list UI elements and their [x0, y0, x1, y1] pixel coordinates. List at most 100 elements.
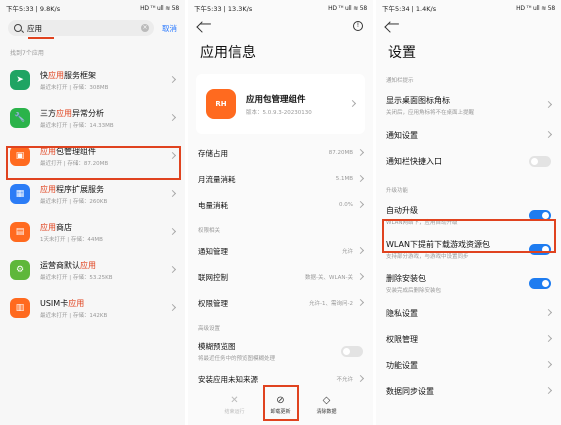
- setting-row[interactable]: 通知栏快捷入口: [376, 148, 561, 174]
- chevron-right-icon: [544, 360, 553, 369]
- chevron-right-icon: [168, 75, 177, 84]
- status-bar: 下午5:33 | 9.8K/s HD ᵀᴴ ull ≋ 58: [0, 0, 185, 16]
- list-item[interactable]: ▦ 应用程序扩展服务 最近未打开 | 存储：260KB: [0, 175, 185, 213]
- setting-value: 数据-关、WLAN-关: [305, 275, 353, 281]
- bottom-action-button: ✕ 结束运行: [222, 395, 248, 415]
- chevron-right-icon: [348, 99, 357, 108]
- app-icon: ⚙: [10, 260, 30, 280]
- chevron-right-icon: [544, 386, 553, 395]
- setting-row[interactable]: 权限管理: [376, 326, 561, 352]
- top-bar: !: [188, 16, 373, 38]
- setting-row[interactable]: 数据同步设置: [376, 378, 561, 404]
- page-title: 设置: [388, 45, 416, 61]
- app-icon: ▤: [10, 222, 30, 242]
- list-item[interactable]: ▤ 应用商店 1天未打开 | 存储：44MB: [0, 213, 185, 251]
- setting-row[interactable]: 显示桌面图标角标 关闭后，应用角标将不在桌面上提醒: [376, 88, 561, 122]
- chevron-right-icon: [356, 246, 365, 255]
- setting-text: 权限管理: [386, 334, 418, 345]
- install-unknown-label: 安装应用未知来源: [198, 374, 258, 384]
- chevron-right-icon: [544, 308, 553, 317]
- cancel-button[interactable]: 取消: [162, 23, 177, 34]
- setting-row[interactable]: 存储占用 87.20MB: [188, 140, 373, 166]
- setting-value: 5.1MB: [335, 176, 353, 182]
- setting-label: 权限管理: [198, 298, 228, 308]
- list-item[interactable]: ➤ 快应用服务框架 最近未打开 | 存储：308MB: [0, 61, 185, 99]
- setting-row[interactable]: 删除安装包 安装完成后删除安装包: [376, 266, 561, 300]
- chevron-right-icon: [168, 113, 177, 122]
- action-icon: ✕: [230, 395, 239, 406]
- results-count: 找到7个应用: [10, 50, 44, 57]
- app-name-highlight: 应用: [48, 70, 64, 80]
- package-icon: RH: [206, 89, 236, 119]
- package-card: RH 应用包管理组件 版本：5.0.9.3-20230130: [196, 74, 365, 134]
- setting-row[interactable]: 联网控制 数据-关、WLAN-关: [188, 264, 373, 290]
- list-item[interactable]: ▥ USIM卡应用 最近未打开 | 存储：142KB: [0, 289, 185, 327]
- app-icon: ▥: [10, 298, 30, 318]
- setting-title: 功能设置: [386, 360, 418, 370]
- app-name-pre: 三方: [40, 108, 56, 118]
- setting-text: 隐私设置: [386, 308, 418, 319]
- app-info-screen: 下午5:33 | 13.3K/s HD ᵀᴴ ull ≋ 58 ! 应用信息 R…: [188, 0, 373, 425]
- chevron-right-icon: [544, 130, 553, 139]
- setting-label: 存储占用: [198, 148, 228, 158]
- section-notifications: 通知栏提示: [386, 78, 414, 84]
- setting-text: 通知栏快捷入口: [386, 156, 442, 167]
- app-name-post: 服务框架: [64, 70, 96, 80]
- back-arrow-icon[interactable]: [196, 21, 208, 33]
- search-input[interactable]: 应用 ×: [8, 20, 154, 39]
- toggle-switch[interactable]: [529, 277, 551, 289]
- app-name: 运营商默认应用: [40, 260, 112, 271]
- list-item[interactable]: ⚙ 运营商默认应用最近未打开 | 存储：53.25KB: [0, 251, 185, 289]
- app-text: 应用程序扩展服务 最近未打开 | 存储：260KB: [40, 184, 107, 205]
- setting-title: 隐私设置: [386, 308, 418, 318]
- app-name-highlight: 应用: [80, 260, 96, 270]
- settings-screen: 下午5:34 | 1.4K/s HD ᵀᴴ ull ≋ 58 设置 通知栏提示 …: [376, 0, 561, 425]
- setting-value: 允许: [341, 249, 353, 255]
- status-time: 下午5:33 | 13.3K/s: [194, 5, 253, 13]
- clear-icon[interactable]: ×: [141, 24, 149, 32]
- setting-row[interactable]: 功能设置: [376, 352, 561, 378]
- setting-row[interactable]: 权限管理 允许-1、需询问-2: [188, 290, 373, 316]
- status-icons: HD ᵀᴴ ull ≋ 58: [328, 4, 367, 12]
- setting-row[interactable]: 通知管理 允许: [188, 238, 373, 264]
- info-icon[interactable]: !: [353, 21, 363, 31]
- blur-preview-row[interactable]: 模糊预览图 将最近任务中的预览图模糊处理: [188, 336, 373, 366]
- notification-settings: 显示桌面图标角标 关闭后，应用角标将不在桌面上提醒 通知设置通知栏快捷入口: [376, 88, 561, 174]
- toggle-switch[interactable]: [529, 155, 551, 167]
- app-name-highlight: 应用: [40, 184, 56, 194]
- app-name-post: 程序扩展服务: [56, 184, 104, 194]
- app-name-pre: 快: [40, 70, 48, 80]
- chevron-right-icon: [544, 100, 553, 109]
- status-time: 下午5:34 | 1.4K/s: [382, 5, 437, 13]
- package-header: RH 应用包管理组件 版本：5.0.9.3-20230130: [196, 74, 365, 134]
- chevron-right-icon: [168, 265, 177, 274]
- back-arrow-icon[interactable]: [384, 21, 396, 33]
- list-item[interactable]: 🔧 三方应用异常分析 最近未打开 | 存储：14.33MB: [0, 99, 185, 137]
- setting-row[interactable]: 隐私设置: [376, 300, 561, 326]
- app-subtitle: 最近未打开 | 存储：308MB: [40, 84, 109, 91]
- app-name-pre: USIM卡: [40, 298, 69, 308]
- chevron-right-icon: [356, 272, 365, 281]
- setting-text: 功能设置: [386, 360, 418, 371]
- blur-preview-desc: 将最近任务中的预览图模糊处理: [198, 355, 276, 362]
- setting-row[interactable]: 通知设置: [376, 122, 561, 148]
- page-title: 应用信息: [200, 45, 256, 61]
- bottom-action-button[interactable]: ◇ 清除数据: [314, 395, 340, 415]
- blur-preview-toggle[interactable]: [341, 345, 363, 357]
- highlight-box: [382, 219, 556, 253]
- search-screen: 下午5:33 | 9.8K/s HD ᵀᴴ ull ≋ 58 应用 × 取消 找…: [0, 0, 185, 425]
- chevron-right-icon: [356, 200, 365, 209]
- status-icons: HD ᵀᴴ ull ≋ 58: [516, 4, 555, 12]
- setting-label: 联网控制: [198, 272, 228, 282]
- highlight-box: [6, 146, 181, 180]
- setting-title: 权限管理: [386, 334, 418, 344]
- setting-row[interactable]: 电量消耗 0.0%: [188, 192, 373, 218]
- setting-row[interactable]: 月流量消耗 5.1MB: [188, 166, 373, 192]
- top-bar: [376, 16, 561, 38]
- section-upgrade: 升级功能: [386, 188, 409, 194]
- chevron-right-icon: [356, 298, 365, 307]
- chevron-right-icon: [356, 374, 365, 383]
- app-subtitle: 最近未打开 | 存储：53.25KB: [40, 274, 113, 281]
- setting-label: 月流量消耗: [198, 174, 236, 184]
- app-text: 三方应用异常分析 最近未打开 | 存储：14.33MB: [40, 108, 114, 129]
